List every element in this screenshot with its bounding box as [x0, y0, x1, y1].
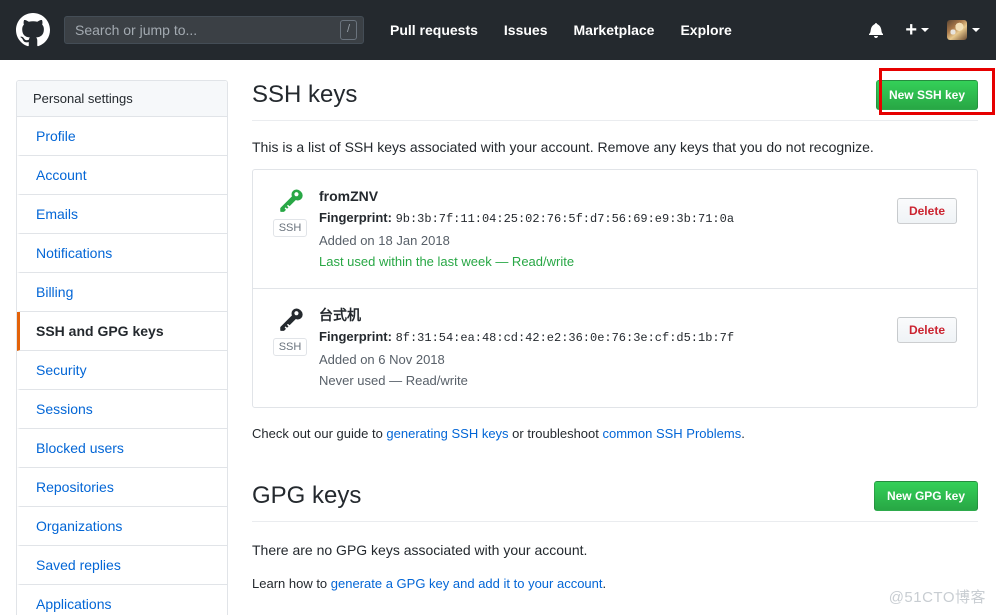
gpg-empty-message: There are no GPG keys associated with yo… [252, 540, 978, 560]
ssh-key-details: fromZNV Fingerprint: 9b:3b:7f:11:04:25:0… [311, 186, 897, 272]
ssh-key-usage-status: Last used within the last week — Read/wr… [319, 251, 897, 272]
new-ssh-key-button[interactable]: New SSH key [876, 80, 978, 110]
ssh-key-details: 台式机 Fingerprint: 8f:31:54:ea:48:cd:42:e2… [311, 305, 897, 391]
fingerprint-value: 9b:3b:7f:11:04:25:02:76:5f:d7:56:69:e9:3… [396, 212, 734, 226]
ssh-key-row: SSH fromZNV Fingerprint: 9b:3b:7f:11:04:… [253, 170, 977, 289]
gpg-keys-section: GPG keys New GPG key There are no GPG ke… [252, 481, 978, 593]
ssh-key-usage-status: Never used — Read/write [319, 370, 897, 391]
ssh-guide-text: Check out our guide to generating SSH ke… [252, 424, 978, 443]
ssh-key-row: SSH 台式机 Fingerprint: 8f:31:54:ea:48:cd:4… [253, 289, 977, 407]
fingerprint-label: Fingerprint: [319, 210, 392, 225]
settings-sidebar: Personal settings Profile Account Emails… [16, 80, 228, 615]
sidebar-item-blocked-users[interactable]: Blocked users [17, 429, 227, 468]
ssh-keys-section-header: SSH keys New SSH key [252, 80, 978, 121]
ssh-key-actions: Delete [897, 186, 961, 224]
ssh-key-added-date: Added on 6 Nov 2018 [319, 349, 897, 370]
guide-suffix: . [741, 426, 745, 441]
ssh-protocol-badge: SSH [273, 219, 308, 237]
ssh-key-actions: Delete [897, 305, 961, 343]
ssh-protocol-badge: SSH [273, 338, 308, 356]
search-placeholder: Search or jump to... [75, 22, 340, 38]
delete-ssh-key-button[interactable]: Delete [897, 198, 957, 224]
primary-nav: Pull requests Issues Marketplace Explore [390, 22, 758, 38]
watermark: @51CTO博客 [889, 586, 986, 607]
page-root: Search or jump to... / Pull requests Iss… [0, 0, 996, 615]
github-mark-icon[interactable] [16, 13, 50, 47]
search-shortcut-hint: / [340, 20, 357, 40]
generating-ssh-keys-link[interactable]: generating SSH keys [386, 426, 508, 441]
delete-ssh-key-button[interactable]: Delete [897, 317, 957, 343]
ssh-keys-description: This is a list of SSH keys associated wi… [252, 137, 978, 157]
nav-link-issues[interactable]: Issues [504, 22, 548, 38]
ssh-keys-list: SSH fromZNV Fingerprint: 9b:3b:7f:11:04:… [252, 169, 978, 408]
chevron-down-icon [921, 28, 929, 32]
create-new-menu[interactable]: + [905, 20, 929, 40]
key-icon [277, 188, 303, 214]
sidebar-item-account[interactable]: Account [17, 156, 227, 195]
ssh-key-fingerprint: Fingerprint: 9b:3b:7f:11:04:25:02:76:5f:… [319, 207, 897, 230]
fingerprint-value: 8f:31:54:ea:48:cd:42:e2:36:0e:76:3e:cf:d… [396, 331, 734, 345]
gpg-section-title: GPG keys [252, 481, 361, 511]
sidebar-item-ssh-and-gpg-keys[interactable]: SSH and GPG keys [17, 312, 227, 351]
key-icon [277, 307, 303, 333]
learn-suffix: . [603, 576, 607, 591]
ssh-key-added-date: Added on 18 Jan 2018 [319, 230, 897, 251]
guide-middle: or troubleshoot [509, 426, 603, 441]
gpg-keys-section-header: GPG keys New GPG key [252, 481, 978, 522]
sidebar-header: Personal settings [17, 81, 227, 117]
main-content: SSH keys New SSH key This is a list of S… [252, 80, 980, 615]
header-actions: + [865, 19, 980, 41]
search-input[interactable]: Search or jump to... / [64, 16, 364, 44]
sidebar-item-security[interactable]: Security [17, 351, 227, 390]
ssh-key-title: 台式机 [319, 305, 897, 326]
sidebar-item-organizations[interactable]: Organizations [17, 507, 227, 546]
generate-gpg-key-link[interactable]: generate a GPG key and add it to your ac… [331, 576, 603, 591]
learn-prefix: Learn how to [252, 576, 331, 591]
page-body: Personal settings Profile Account Emails… [0, 60, 996, 615]
gpg-learn-text: Learn how to generate a GPG key and add … [252, 574, 978, 593]
profile-menu[interactable] [947, 20, 980, 40]
ssh-key-title: fromZNV [319, 186, 897, 207]
sidebar-item-profile[interactable]: Profile [17, 117, 227, 156]
avatar [947, 20, 967, 40]
sidebar-item-notifications[interactable]: Notifications [17, 234, 227, 273]
nav-link-marketplace[interactable]: Marketplace [574, 22, 655, 38]
ssh-key-icon-column: SSH [269, 305, 311, 356]
sidebar-item-applications[interactable]: Applications [17, 585, 227, 615]
fingerprint-label: Fingerprint: [319, 329, 392, 344]
sidebar-item-emails[interactable]: Emails [17, 195, 227, 234]
page-title: SSH keys [252, 80, 357, 110]
nav-link-pull-requests[interactable]: Pull requests [390, 22, 478, 38]
ssh-key-fingerprint: Fingerprint: 8f:31:54:ea:48:cd:42:e2:36:… [319, 326, 897, 349]
chevron-down-icon [972, 28, 980, 32]
sidebar-item-repositories[interactable]: Repositories [17, 468, 227, 507]
guide-prefix: Check out our guide to [252, 426, 386, 441]
bell-icon[interactable] [865, 19, 887, 41]
sidebar-item-billing[interactable]: Billing [17, 273, 227, 312]
nav-link-explore[interactable]: Explore [680, 22, 731, 38]
ssh-key-icon-column: SSH [269, 186, 311, 237]
new-gpg-key-button[interactable]: New GPG key [874, 481, 978, 511]
sidebar-item-sessions[interactable]: Sessions [17, 390, 227, 429]
plus-icon: + [905, 20, 917, 40]
common-ssh-problems-link[interactable]: common SSH Problems [603, 426, 742, 441]
global-header: Search or jump to... / Pull requests Iss… [0, 0, 996, 60]
sidebar-item-saved-replies[interactable]: Saved replies [17, 546, 227, 585]
